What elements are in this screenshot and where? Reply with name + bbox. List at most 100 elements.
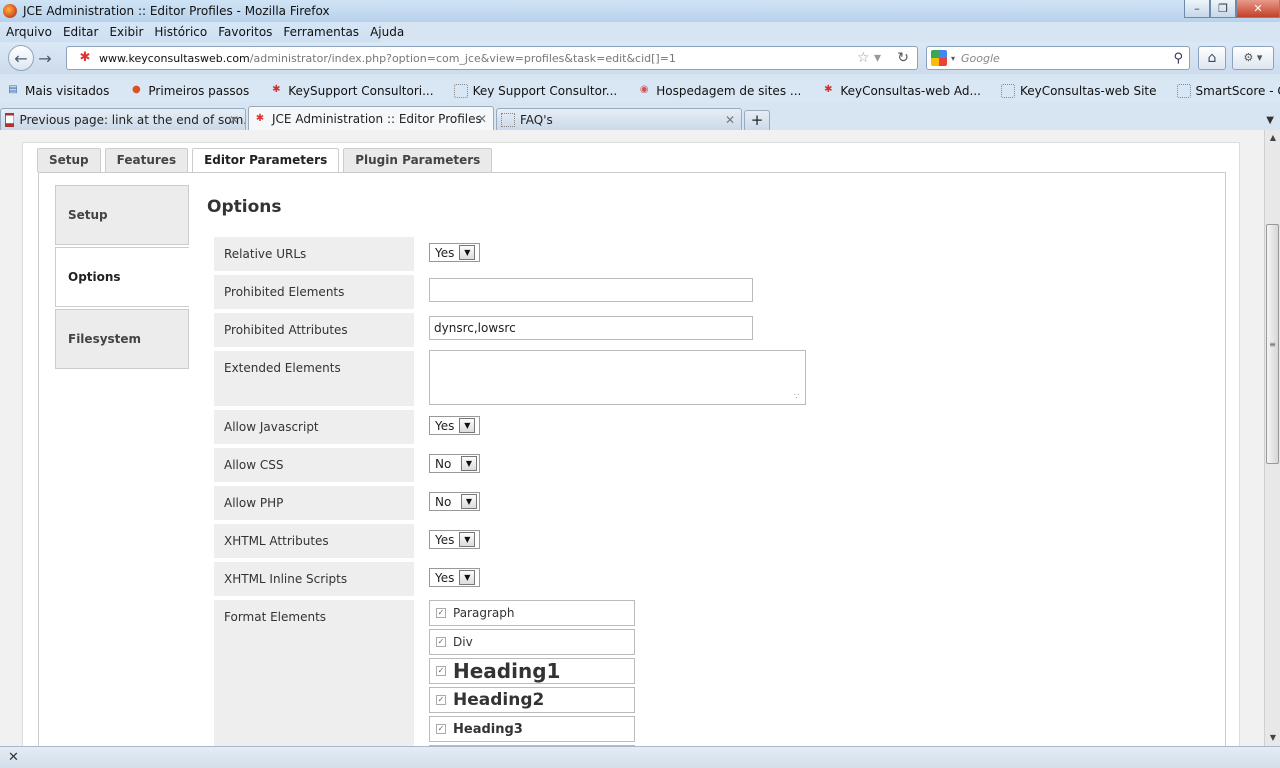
browser-tab-strip: ■ Previous page: link at the end of som.…	[0, 106, 1280, 130]
chevron-down-icon: ▼	[459, 245, 476, 260]
address-bar[interactable]: ✱ www.keyconsultasweb.com/administrator/…	[66, 46, 918, 70]
maximize-button[interactable]: ❐	[1210, 0, 1236, 18]
format-item-heading1[interactable]: ✓ Heading1	[429, 658, 635, 684]
menu-historico[interactable]: Histórico	[154, 25, 207, 39]
status-bar: ✕	[0, 746, 1280, 768]
back-button[interactable]: ←	[8, 45, 34, 71]
firefox-icon: ●	[132, 84, 141, 95]
format-label: Heading3	[453, 721, 523, 737]
close-window-button[interactable]: ✕	[1236, 0, 1280, 18]
page-icon	[453, 84, 468, 98]
url-domain: www.keyconsultasweb.com	[99, 51, 250, 65]
most-visited-icon: ▤	[8, 84, 18, 95]
select-value: Yes	[435, 532, 455, 547]
format-item-paragraph[interactable]: ✓ Paragraph	[429, 600, 635, 626]
addon-button[interactable]: ⚙ ▾	[1232, 46, 1274, 70]
close-tab-icon[interactable]: ✕	[229, 113, 239, 127]
search-icon[interactable]: ⚲	[1173, 51, 1183, 66]
addon-icon: ⚙ ▾	[1243, 51, 1263, 64]
home-button[interactable]: ⌂	[1198, 46, 1226, 70]
menu-bar: Arquivo Editar Exibir Histórico Favorito…	[0, 22, 404, 42]
page-scrollbar[interactable]: ▲ ≡ ▼	[1264, 130, 1280, 746]
bookmark-smartscore[interactable]: SmartScore - Consulta...	[1171, 84, 1280, 98]
checkbox-icon[interactable]: ✓	[436, 695, 446, 705]
bookmark-primeiros-passos[interactable]: ● Primeiros passos	[123, 84, 249, 98]
bookmark-label: KeyConsultas-web Site	[1019, 84, 1157, 98]
bookmark-hospedagem[interactable]: ◉ Hospedagem de sites ...	[631, 84, 801, 98]
side-tab-options[interactable]: Options	[55, 247, 189, 307]
chevron-down-icon: ▼	[461, 456, 477, 471]
browser-tab-jce-admin[interactable]: ✱ JCE Administration :: Editor Profiles …	[248, 106, 494, 130]
browser-tab-previous-page[interactable]: ■ Previous page: link at the end of som.…	[0, 108, 246, 130]
format-label: Paragraph	[453, 606, 515, 620]
select-xhtml-inline-scripts[interactable]: Yes ▼	[429, 568, 480, 587]
format-item-div[interactable]: ✓ Div	[429, 629, 635, 655]
bookmark-mais-visitados[interactable]: ▤ Mais visitados	[0, 84, 109, 98]
plus-icon: +	[750, 111, 764, 129]
format-label: Heading2	[453, 690, 545, 710]
textarea-extended-elements[interactable]: ∵	[429, 350, 806, 405]
scrollbar-thumb[interactable]: ≡	[1266, 224, 1279, 464]
menu-arquivo[interactable]: Arquivo	[6, 25, 52, 39]
bookmark-keysupport-consultori[interactable]: ✱ KeySupport Consultori...	[263, 84, 434, 98]
input-prohibited-elements[interactable]	[429, 278, 753, 302]
list-all-tabs-icon[interactable]: ▼	[1266, 115, 1274, 126]
format-item-heading2[interactable]: ✓ Heading2	[429, 687, 635, 713]
format-item-heading3[interactable]: ✓ Heading3	[429, 716, 635, 742]
bookmark-star-icon[interactable]: ☆ ▾	[857, 50, 881, 66]
page-content: Setup Features Editor Parameters Plugin …	[0, 130, 1264, 746]
navigation-toolbar: ← → ✱ www.keyconsultasweb.com/administra…	[0, 42, 1280, 74]
chevron-down-icon: ▼	[459, 532, 476, 547]
google-engine-icon[interactable]	[931, 50, 947, 66]
resize-grip-icon[interactable]: ∵	[794, 392, 799, 401]
label-relative-urls: Relative URLs	[214, 237, 414, 271]
menu-ferramentas[interactable]: Ferramentas	[283, 25, 359, 39]
side-tab-setup[interactable]: Setup	[55, 185, 189, 245]
select-value: No	[435, 494, 452, 509]
page-icon	[1176, 84, 1191, 98]
select-allow-php[interactable]: No ▼	[429, 492, 480, 511]
page-icon	[501, 112, 515, 127]
tab-features[interactable]: Features	[104, 148, 189, 172]
chevron-down-icon: ▼	[459, 570, 476, 585]
close-addon-bar-icon[interactable]: ✕	[8, 750, 19, 765]
url-path: /administrator/index.php?option=com_jce&…	[249, 51, 676, 65]
select-allow-javascript[interactable]: Yes ▼	[429, 416, 480, 435]
new-tab-button[interactable]: +	[744, 110, 770, 130]
bookmark-key-support-consultor[interactable]: Key Support Consultor...	[448, 84, 617, 98]
bookmark-keyconsultas-site[interactable]: KeyConsultas-web Site	[995, 84, 1157, 98]
bookmark-label: KeySupport Consultori...	[288, 84, 434, 98]
browser-tab-faqs[interactable]: FAQ's ✕	[496, 108, 742, 130]
checkbox-icon[interactable]: ✓	[436, 608, 446, 618]
label-xhtml-attributes: XHTML Attributes	[214, 524, 414, 558]
tab-editor-parameters[interactable]: Editor Parameters	[192, 148, 340, 173]
forward-button[interactable]: →	[34, 47, 56, 69]
menu-exibir[interactable]: Exibir	[109, 25, 143, 39]
search-bar[interactable]: ▾ Google ⚲	[926, 46, 1190, 70]
bookmark-keyconsultas-admin[interactable]: ✱ KeyConsultas-web Ad...	[815, 84, 981, 98]
select-xhtml-attributes[interactable]: Yes ▼	[429, 530, 480, 549]
menu-ajuda[interactable]: Ajuda	[370, 25, 404, 39]
menu-editar[interactable]: Editar	[63, 25, 99, 39]
engine-dropdown-icon[interactable]: ▾	[951, 54, 955, 63]
checkbox-icon[interactable]: ✓	[436, 666, 446, 676]
tab-plugin-parameters[interactable]: Plugin Parameters	[343, 148, 493, 172]
menu-favoritos[interactable]: Favoritos	[218, 25, 272, 39]
select-relative-urls[interactable]: Yes ▼	[429, 243, 480, 262]
scroll-up-icon[interactable]: ▲	[1265, 130, 1280, 146]
minimize-button[interactable]: –	[1184, 0, 1210, 18]
input-prohibited-attributes[interactable]: dynsrc,lowsrc	[429, 316, 753, 340]
close-tab-icon[interactable]: ✕	[725, 113, 735, 127]
label-prohibited-elements: Prohibited Elements	[214, 275, 414, 309]
bookmark-label: Mais visitados	[25, 84, 110, 98]
checkbox-icon[interactable]: ✓	[436, 724, 446, 734]
format-elements-list: ✓ Paragraph ✓ Div ✓ Heading1 ✓ Heading2 …	[429, 600, 635, 746]
select-allow-css[interactable]: No ▼	[429, 454, 480, 473]
tab-setup[interactable]: Setup	[37, 148, 101, 172]
label-prohibited-attributes: Prohibited Attributes	[214, 313, 414, 347]
scroll-down-icon[interactable]: ▼	[1265, 730, 1280, 746]
close-tab-icon[interactable]: ✕	[477, 112, 487, 126]
side-tab-filesystem[interactable]: Filesystem	[55, 309, 189, 369]
checkbox-icon[interactable]: ✓	[436, 637, 446, 647]
reload-icon[interactable]: ↻	[897, 50, 909, 66]
